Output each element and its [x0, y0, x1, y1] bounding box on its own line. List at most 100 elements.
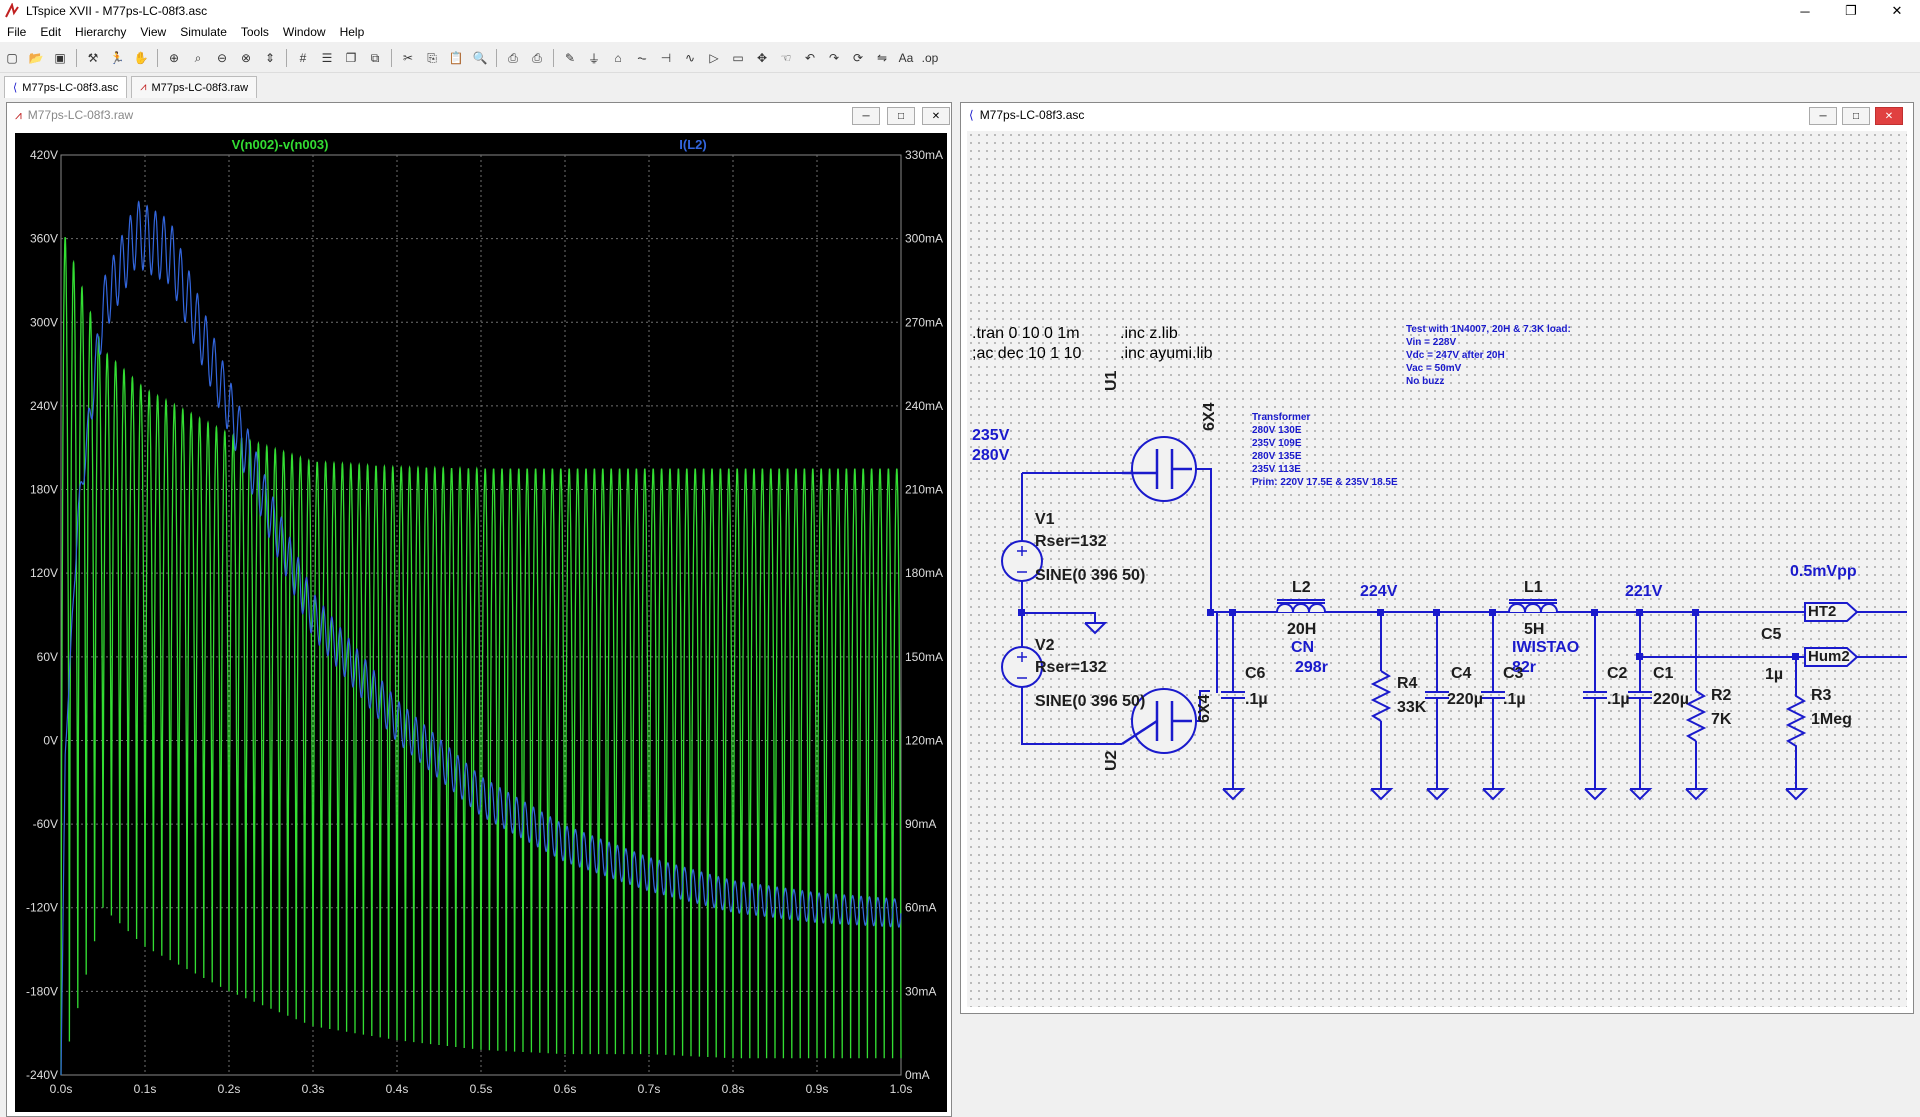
- inductor-l1-name[interactable]: L1: [1524, 579, 1543, 597]
- paste-icon[interactable]: 📋: [446, 48, 466, 68]
- inductor-icon[interactable]: ∿: [680, 48, 700, 68]
- legend-current-trace[interactable]: I(L2): [679, 137, 706, 152]
- diode-icon[interactable]: ▷: [704, 48, 724, 68]
- inductor-l2-rser[interactable]: 298r: [1295, 659, 1328, 677]
- capacitor-c1-value[interactable]: 220µ: [1653, 691, 1689, 709]
- menu-edit[interactable]: Edit: [33, 25, 68, 39]
- menu-simulate[interactable]: Simulate: [173, 25, 234, 39]
- transformer-note[interactable]: Transformer 280V 130E 235V 109E 280V 135…: [1252, 411, 1398, 489]
- inductor-l1-value[interactable]: 5H: [1524, 621, 1544, 639]
- menu-help[interactable]: Help: [333, 25, 372, 39]
- capacitor-c2-name[interactable]: C2: [1607, 665, 1627, 683]
- capacitor-icon[interactable]: ⊣: [656, 48, 676, 68]
- menu-hierarchy[interactable]: Hierarchy: [68, 25, 133, 39]
- capacitor-c3-value[interactable]: .1µ: [1503, 691, 1526, 709]
- zoom-area-icon[interactable]: ⌕: [188, 48, 208, 68]
- control-panel-icon[interactable]: ⚒: [83, 48, 103, 68]
- menu-view[interactable]: View: [133, 25, 173, 39]
- capacitor-c1-name[interactable]: C1: [1653, 665, 1673, 683]
- tube-u2-value[interactable]: 6X4: [1196, 695, 1214, 723]
- menu-window[interactable]: Window: [276, 25, 333, 39]
- waveform-minimize-button[interactable]: ─: [852, 107, 880, 125]
- zoom-out-icon[interactable]: ⊖: [212, 48, 232, 68]
- menu-file[interactable]: File: [0, 25, 33, 39]
- minimize-button[interactable]: ─: [1782, 0, 1828, 22]
- net-label-ripple[interactable]: 0.5mVpp: [1790, 563, 1857, 581]
- resistor-r4-name[interactable]: R4: [1397, 675, 1417, 693]
- capacitor-c6-name[interactable]: C6: [1245, 665, 1265, 683]
- waveform-close-button[interactable]: ✕: [922, 107, 950, 125]
- spice-directive-tran[interactable]: .tran 0 10 0 1m: [972, 325, 1080, 343]
- open-icon[interactable]: 📂: [26, 48, 46, 68]
- close-all-icon[interactable]: ⧉: [365, 48, 385, 68]
- schematic-minimize-button[interactable]: ─: [1809, 107, 1837, 125]
- close-button[interactable]: ✕: [1874, 0, 1920, 22]
- drag-icon[interactable]: ☜: [776, 48, 796, 68]
- resistor-r2-value[interactable]: 7K: [1711, 711, 1731, 729]
- rotate-icon[interactable]: ⟳: [848, 48, 868, 68]
- capacitor-c4-name[interactable]: C4: [1451, 665, 1471, 683]
- new-icon[interactable]: ▢: [2, 48, 22, 68]
- inductor-l2-name[interactable]: L2: [1292, 579, 1311, 597]
- zoom-in-icon[interactable]: ⊕: [164, 48, 184, 68]
- spice-directive-ac[interactable]: ;ac dec 10 1 10: [972, 345, 1081, 363]
- menu-tools[interactable]: Tools: [234, 25, 276, 39]
- spice-directive-inc-z[interactable]: .inc z.lib: [1120, 325, 1178, 343]
- waveform-restore-button[interactable]: □: [887, 107, 915, 125]
- legend-voltage-trace[interactable]: V(n002)-v(n003): [232, 137, 329, 152]
- resistor-r3-value[interactable]: 1Meg: [1811, 711, 1852, 729]
- test-note[interactable]: Test with 1N4007, 20H & 7.3K load: Vin =…: [1406, 323, 1571, 388]
- source-v1-name[interactable]: V1: [1035, 511, 1055, 529]
- net-label-280v[interactable]: 280V: [972, 447, 1009, 465]
- source-v2-sine[interactable]: SINE(0 396 50): [1035, 693, 1145, 711]
- wire-icon[interactable]: ✎: [560, 48, 580, 68]
- label-icon[interactable]: ⌂: [608, 48, 628, 68]
- text-icon[interactable]: Aa: [896, 48, 916, 68]
- inductor-l2-value[interactable]: 20H: [1287, 621, 1316, 639]
- tab-waveform[interactable]: ⩘ M77ps-LC-08f3.raw: [131, 76, 258, 98]
- grid-icon[interactable]: #: [293, 48, 313, 68]
- capacitor-c2-value[interactable]: .1µ: [1607, 691, 1630, 709]
- waveform-plot[interactable]: 0.0s 0.1s 0.2s 0.3s 0.4s 0.5s 0.6s 0.7s 0.8s 0.9s…: [15, 133, 947, 1112]
- capacitor-c5-name[interactable]: C5: [1761, 626, 1781, 644]
- zoom-fit-icon[interactable]: ⊗: [236, 48, 256, 68]
- net-label-235v[interactable]: 235V: [972, 427, 1009, 445]
- spice-directive-inc-ayumi[interactable]: .inc ayumi.lib: [1120, 345, 1212, 363]
- component-icon[interactable]: ▭: [728, 48, 748, 68]
- tile-icon[interactable]: ☰: [317, 48, 337, 68]
- inductor-l2-part[interactable]: CN: [1291, 639, 1314, 657]
- move-icon[interactable]: ✥: [752, 48, 772, 68]
- print-icon[interactable]: ⎙: [503, 48, 523, 68]
- schematic-close-button[interactable]: ✕: [1875, 107, 1903, 125]
- schematic-canvas[interactable]: .tran 0 10 0 1m ;ac dec 10 1 10 .inc z.l…: [967, 131, 1907, 1007]
- copy-icon[interactable]: ⎘: [422, 48, 442, 68]
- capacitor-c4-value[interactable]: 220µ: [1447, 691, 1483, 709]
- halt-icon[interactable]: ✋: [131, 48, 151, 68]
- tube-u1-value[interactable]: 6X4: [1201, 403, 1219, 431]
- save-icon[interactable]: ▣: [50, 48, 70, 68]
- redo-icon[interactable]: ↷: [824, 48, 844, 68]
- restore-button[interactable]: ❐: [1828, 0, 1874, 22]
- cut-icon[interactable]: ✂: [398, 48, 418, 68]
- net-flag-ht2[interactable]: HT2: [1808, 603, 1836, 620]
- print-preview-icon[interactable]: ⎙: [527, 48, 547, 68]
- net-label-224v[interactable]: 224V: [1360, 583, 1397, 601]
- source-v1-rser[interactable]: Rser=132: [1035, 533, 1107, 551]
- find-icon[interactable]: 🔍: [470, 48, 490, 68]
- tube-u2-name[interactable]: U2: [1103, 751, 1121, 771]
- resistor-r4-value[interactable]: 33K: [1397, 699, 1426, 717]
- source-v2-name[interactable]: V2: [1035, 637, 1055, 655]
- run-icon[interactable]: 🏃: [107, 48, 127, 68]
- source-v1-sine[interactable]: SINE(0 396 50): [1035, 567, 1145, 585]
- net-flag-hum2[interactable]: Hum2: [1808, 648, 1850, 665]
- tab-schematic[interactable]: ⟨ M77ps-LC-08f3.asc: [4, 76, 128, 98]
- tube-u1-name[interactable]: U1: [1103, 371, 1121, 391]
- net-label-221v[interactable]: 221V: [1625, 583, 1662, 601]
- capacitor-c5-value[interactable]: 1µ: [1765, 666, 1783, 684]
- spice-directive-icon[interactable]: .op: [920, 48, 940, 68]
- schematic-restore-button[interactable]: □: [1842, 107, 1870, 125]
- capacitor-c3-name[interactable]: C3: [1503, 665, 1523, 683]
- undo-icon[interactable]: ↶: [800, 48, 820, 68]
- source-v2-rser[interactable]: Rser=132: [1035, 659, 1107, 677]
- waveform-chart[interactable]: 0.0s 0.1s 0.2s 0.3s 0.4s 0.5s 0.6s 0.7s 0.8s 0.9s…: [15, 133, 947, 1112]
